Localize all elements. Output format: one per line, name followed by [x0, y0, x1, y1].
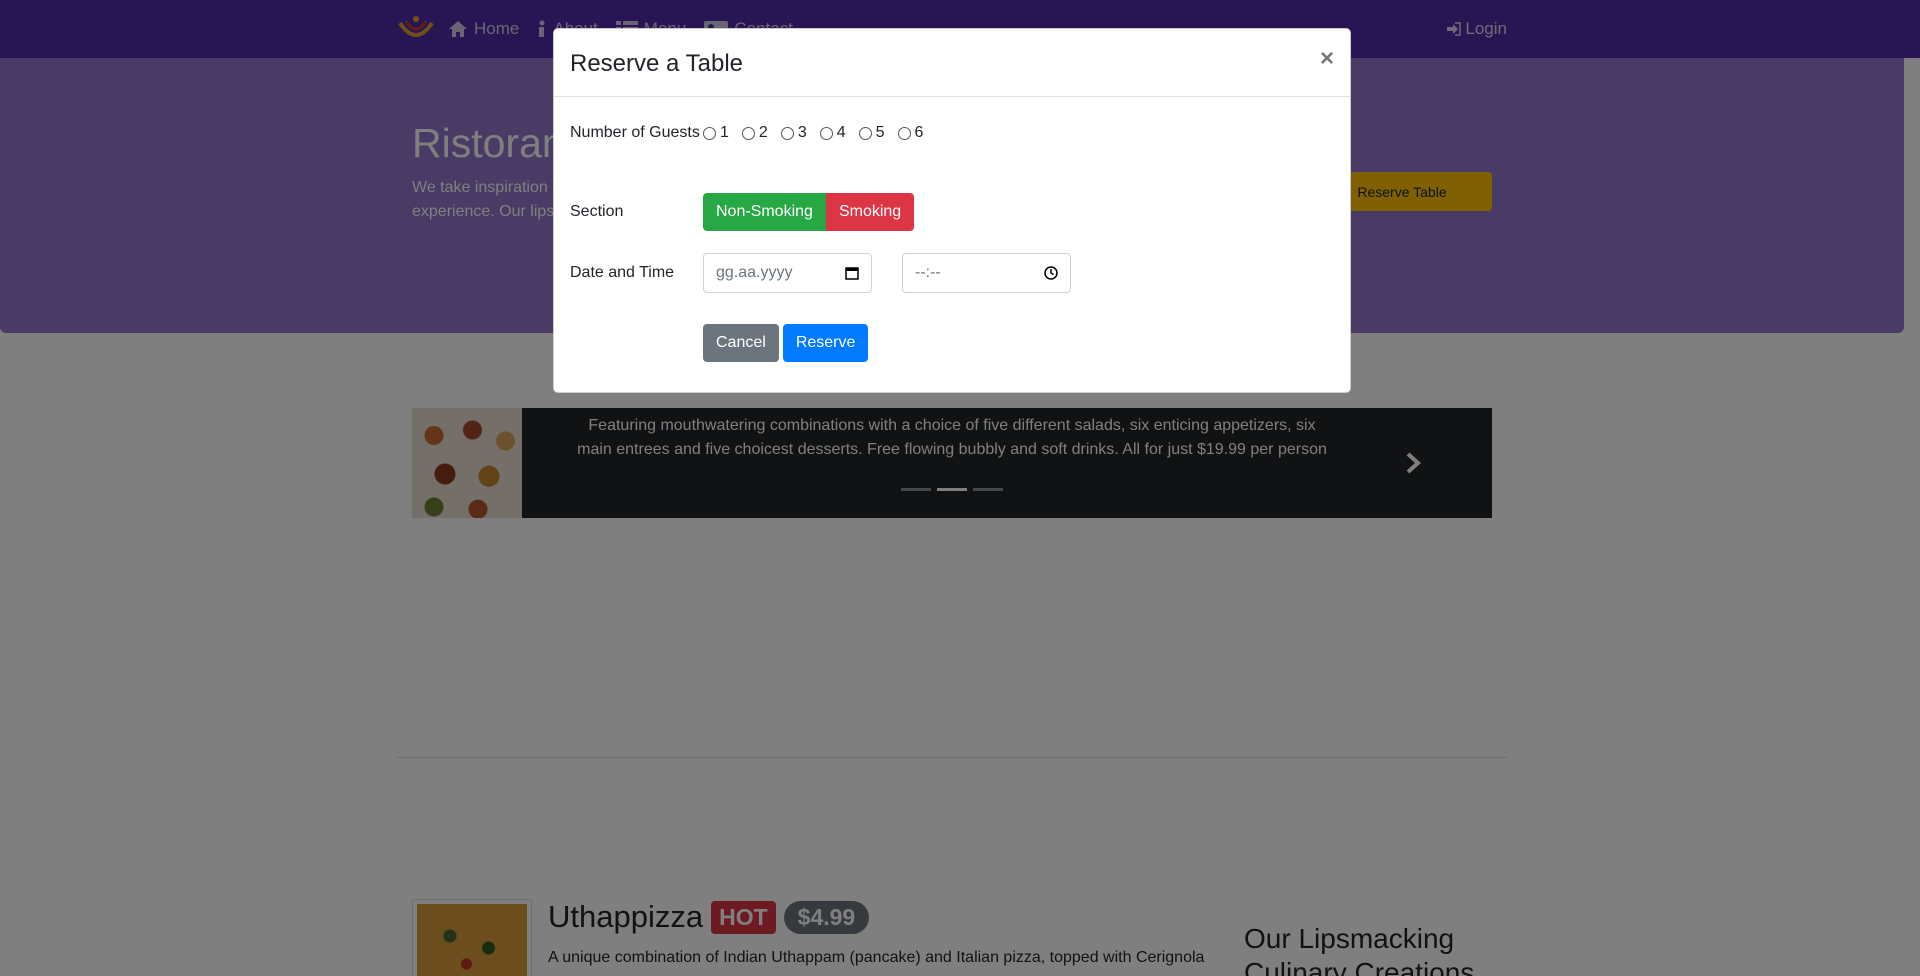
section-toggle-group: Non-Smoking Smoking	[703, 193, 915, 231]
guest-radio-2[interactable]: 2	[741, 124, 768, 142]
guest-radio-4[interactable]: 4	[819, 124, 846, 142]
date-placeholder: gg.aa.yyyy	[716, 264, 793, 281]
guests-row: Number of Guests 1 2 3 4 5 6	[570, 121, 936, 145]
cancel-button[interactable]: Cancel	[703, 324, 779, 362]
guest-radio-1[interactable]: 1	[703, 124, 729, 142]
time-placeholder: --:--	[915, 264, 941, 281]
guests-label: Number of Guests	[570, 124, 700, 141]
smoking-button[interactable]: Smoking	[825, 193, 915, 231]
reserve-button[interactable]: Reserve	[782, 324, 869, 362]
guest-radio-3[interactable]: 3	[780, 124, 807, 142]
calendar-icon[interactable]	[845, 266, 859, 280]
datetime-row: Date and Time gg.aa.yyyy --:--	[570, 253, 1071, 293]
non-smoking-button[interactable]: Non-Smoking	[703, 193, 826, 231]
guest-radio-5[interactable]: 5	[858, 124, 885, 142]
section-label: Section	[570, 203, 624, 220]
clock-icon[interactable]	[1044, 266, 1058, 280]
datetime-label: Date and Time	[570, 264, 675, 281]
actions-row: Cancel Reserve	[570, 324, 869, 362]
section-row: Section Non-Smoking Smoking	[570, 193, 915, 231]
close-icon[interactable]: ×	[1320, 47, 1334, 71]
modal-title: Reserve a Table	[570, 50, 743, 77]
guest-radio-6[interactable]: 6	[897, 124, 923, 142]
time-input[interactable]: --:--	[902, 253, 1071, 293]
guests-radio-group: 1 2 3 4 5 6	[703, 124, 936, 142]
modal-header: Reserve a Table ×	[554, 29, 1350, 97]
date-input[interactable]: gg.aa.yyyy	[703, 253, 872, 293]
reserve-modal: Reserve a Table × Number of Guests 1 2 3…	[553, 28, 1351, 393]
